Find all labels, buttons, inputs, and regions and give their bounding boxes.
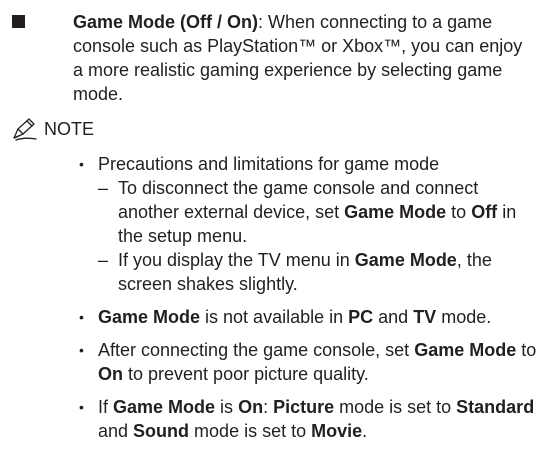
list-item: • Game Mode is not available in PC and T… (77, 305, 537, 329)
text: If you display the TV menu in (118, 250, 355, 270)
precautions-text: Precautions and limitations for game mod… (98, 154, 440, 174)
text-bold: On (98, 364, 123, 384)
list-item: • Precautions and limitations for game m… (77, 152, 537, 296)
note-header: NOTE (12, 117, 94, 141)
text-bold: Standard (456, 397, 535, 417)
list-item: • After connecting the game console, set… (77, 338, 537, 386)
text-bold: Sound (133, 421, 190, 441)
text: After connecting the game console, set (98, 340, 415, 360)
text: mode. (436, 307, 492, 327)
text: mode is set to (334, 397, 457, 417)
bullet-icon: • (79, 156, 84, 172)
square-bullet-icon (12, 15, 25, 28)
text-bold: Movie (311, 421, 363, 441)
list-item: • If Game Mode is On: Picture mode is se… (77, 395, 537, 443)
bullet-icon: • (79, 309, 84, 325)
note-list: • Precautions and limitations for game m… (77, 152, 537, 443)
text: . (362, 421, 368, 441)
text: : (263, 397, 274, 417)
text: mode is set to (189, 421, 312, 441)
sub-list-item: – To disconnect the game console and con… (98, 176, 537, 248)
text-bold: Picture (273, 397, 335, 417)
note-label: NOTE (44, 119, 95, 139)
dash-icon: – (98, 250, 109, 270)
game-mode-description: Game Mode (Off / On): When connecting to… (73, 10, 533, 106)
text-bold: Game Mode (98, 307, 201, 327)
text: If (98, 397, 114, 417)
text-bold: On (238, 397, 264, 417)
manual-page: Game Mode (Off / On): When connecting to… (0, 0, 541, 464)
text: to (446, 202, 472, 222)
bullet-icon: • (79, 399, 84, 415)
bullet-icon: • (79, 342, 84, 358)
text: to prevent poor picture quality. (123, 364, 369, 384)
text-bold: Game Mode (354, 250, 457, 270)
text: is (215, 397, 239, 417)
text-bold: Game Mode (113, 397, 216, 417)
pencil-note-icon (13, 118, 37, 141)
text: and (373, 307, 414, 327)
text-bold: PC (348, 307, 374, 327)
sub-list-item: – If you display the TV menu in Game Mod… (98, 248, 537, 296)
text-bold: Off (471, 202, 498, 222)
text-bold: Game Mode (414, 340, 517, 360)
text: to (516, 340, 537, 360)
text-bold: Game Mode (344, 202, 447, 222)
text: and (98, 421, 134, 441)
text: is not available in (200, 307, 349, 327)
game-mode-title: Game Mode (Off / On) (73, 12, 259, 32)
dash-icon: – (98, 178, 109, 198)
text-bold: TV (413, 307, 437, 327)
